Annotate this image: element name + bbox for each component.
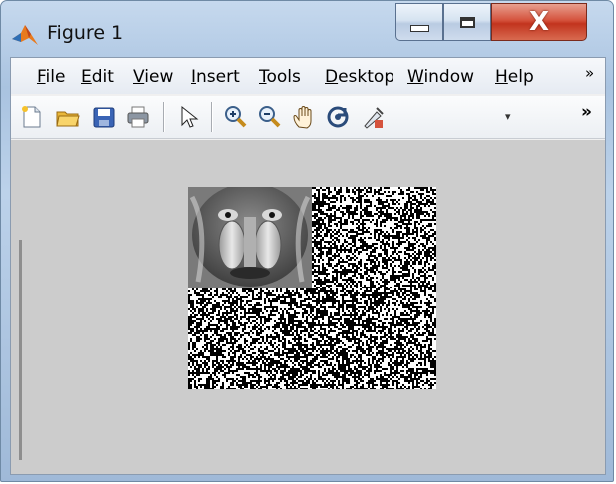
menu-window[interactable]: Window bbox=[407, 67, 481, 87]
toolbar-separator bbox=[163, 102, 164, 132]
maximize-button[interactable] bbox=[443, 3, 491, 41]
chevron-down-icon[interactable]: ▾ bbox=[505, 110, 511, 123]
rotate-3d-icon[interactable] bbox=[325, 104, 351, 130]
menu-view[interactable]: View bbox=[133, 67, 177, 87]
new-figure-icon[interactable] bbox=[19, 104, 45, 130]
canvas-edge-shadow bbox=[19, 240, 22, 460]
open-file-icon[interactable] bbox=[55, 104, 81, 130]
menu-overflow-icon[interactable]: » bbox=[585, 64, 594, 82]
window-title: Figure 1 bbox=[47, 22, 124, 44]
matlab-logo-icon bbox=[11, 23, 39, 47]
toolbar-separator bbox=[211, 102, 212, 132]
vertical-detail-image bbox=[188, 288, 312, 389]
close-icon: X bbox=[528, 7, 550, 37]
pointer-icon[interactable] bbox=[175, 104, 201, 130]
baboon-original-image bbox=[188, 187, 312, 288]
minimize-button[interactable] bbox=[395, 3, 443, 41]
print-icon[interactable] bbox=[125, 104, 151, 130]
save-icon[interactable] bbox=[91, 104, 117, 130]
minimize-icon bbox=[409, 24, 429, 32]
maximize-icon bbox=[459, 16, 475, 28]
diagonal-detail-image bbox=[312, 288, 436, 389]
menu-desktop[interactable]: Desktop bbox=[325, 67, 393, 87]
toolbar-overflow-icon[interactable]: » bbox=[581, 102, 592, 122]
horizontal-detail-image bbox=[312, 187, 436, 288]
zoom-in-icon[interactable] bbox=[223, 104, 249, 130]
menu-help[interactable]: Help bbox=[495, 67, 541, 87]
menu-tools[interactable]: Tools bbox=[259, 67, 311, 87]
data-cursor-icon[interactable] bbox=[361, 104, 387, 130]
title-bar[interactable]: Figure 1 X bbox=[1, 1, 613, 49]
figure-toolbar: ▾ » bbox=[11, 96, 605, 139]
menu-bar: File Edit View Insert Tools Desktop Wind… bbox=[11, 58, 605, 94]
close-button[interactable]: X bbox=[491, 3, 587, 41]
figure-client-area: File Edit View Insert Tools Desktop Wind… bbox=[10, 57, 606, 475]
caption-buttons: X bbox=[395, 3, 587, 43]
figure-canvas bbox=[11, 140, 605, 474]
figure-window: Figure 1 X File Edit View Insert Tools D… bbox=[0, 0, 614, 482]
pan-hand-icon[interactable] bbox=[291, 104, 317, 130]
zoom-out-icon[interactable] bbox=[257, 104, 283, 130]
menu-insert[interactable]: Insert bbox=[191, 67, 243, 87]
menu-file[interactable]: File bbox=[37, 67, 67, 87]
menu-edit[interactable]: Edit bbox=[81, 67, 117, 87]
